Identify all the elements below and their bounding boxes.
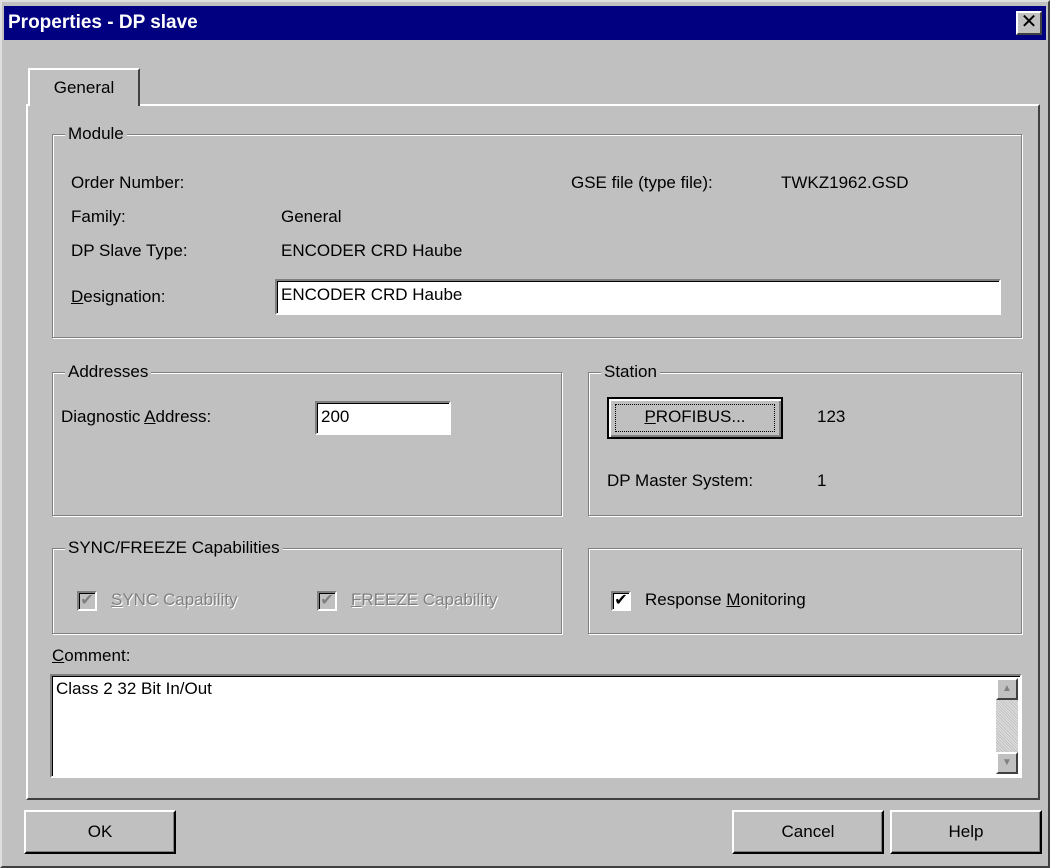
response-monitoring-label: Response Monitoring: [645, 590, 806, 609]
module-group: Module Order Number: GSE file (type file…: [52, 124, 1022, 338]
sync-capability-label: SYNC Capability: [111, 590, 238, 609]
response-monitoring-group: ✔ Response Monitoring: [588, 548, 1022, 634]
family-label: Family:: [71, 207, 126, 226]
addresses-group: Addresses Diagnostic Address: 200: [52, 362, 562, 516]
diagnostic-address-mnemonic: A: [144, 407, 156, 426]
module-group-title: Module: [65, 124, 127, 144]
designation-label: Designation:: [71, 287, 166, 306]
comment-label-mnemonic: C: [52, 646, 65, 665]
comment-scrollbar[interactable]: ▲ ▼: [996, 678, 1018, 774]
sync-capability-check-icon: ✔: [80, 592, 94, 609]
station-group-title: Station: [601, 362, 660, 382]
sync-freeze-group: SYNC/FREEZE Capabilities ✔ SYNC Capabili…: [52, 538, 562, 634]
response-monitoring-check-icon: ✔: [614, 592, 628, 609]
freeze-capability-checkbox[interactable]: ✔: [317, 591, 337, 611]
designation-input[interactable]: ENCODER CRD Haube: [275, 279, 1001, 315]
tab-panel-general: Module Order Number: GSE file (type file…: [26, 104, 1040, 800]
dp-master-system-value: 1: [817, 471, 827, 490]
addresses-group-title: Addresses: [65, 362, 152, 382]
close-icon: ✕: [1020, 11, 1038, 33]
freeze-capability-label: FREEZE Capability: [351, 590, 498, 609]
profibus-address-value: 123: [817, 407, 846, 426]
window-title: Properties - DP slave: [8, 12, 198, 33]
scroll-down-icon: ▼: [1002, 757, 1012, 768]
comment-label: Comment:: [52, 646, 131, 665]
close-button[interactable]: ✕: [1016, 11, 1042, 35]
cancel-button[interactable]: Cancel: [732, 810, 884, 854]
freeze-capability-mnemonic: F: [351, 590, 362, 609]
station-group: Station PROFIBUS... 123 DP Master System…: [588, 362, 1022, 516]
gse-file-label: GSE file (type file):: [571, 173, 713, 192]
scroll-up-button[interactable]: ▲: [996, 678, 1018, 700]
family-value: General: [281, 207, 342, 226]
comment-text: Class 2 32 Bit In/Out: [56, 679, 212, 698]
scroll-down-button[interactable]: ▼: [996, 752, 1018, 774]
comment-textarea[interactable]: Class 2 32 Bit In/Out ▲ ▼: [50, 674, 1022, 778]
designation-label-mnemonic: D: [71, 287, 84, 306]
scroll-up-icon: ▲: [1002, 683, 1012, 694]
profibus-button[interactable]: PROFIBUS...: [607, 397, 783, 439]
ok-button[interactable]: OK: [24, 810, 176, 854]
response-monitoring-checkbox[interactable]: ✔: [611, 591, 631, 611]
dialog-window: Properties - DP slave ✕ General Module O…: [0, 0, 1050, 868]
help-button[interactable]: Help: [890, 810, 1042, 854]
tab-general[interactable]: General: [28, 68, 140, 106]
gse-file-value: TWKZ1962.GSD: [781, 173, 909, 192]
sync-capability-mnemonic: S: [111, 590, 123, 609]
diagnostic-address-label: Diagnostic Address:: [61, 407, 212, 426]
sync-freeze-group-title: SYNC/FREEZE Capabilities: [65, 538, 283, 558]
profibus-button-focus-rect: [615, 404, 775, 432]
order-number-label: Order Number:: [71, 173, 185, 192]
diagnostic-address-input[interactable]: 200: [315, 401, 451, 435]
dp-slave-type-value: ENCODER CRD Haube: [281, 241, 463, 260]
sync-capability-checkbox[interactable]: ✔: [77, 591, 97, 611]
dp-master-system-label: DP Master System:: [607, 471, 754, 490]
tab-general-label: General: [53, 78, 115, 97]
title-bar[interactable]: Properties - DP slave ✕: [4, 6, 1046, 40]
freeze-capability-check-icon: ✔: [320, 592, 334, 609]
response-monitoring-mnemonic: M: [726, 590, 741, 609]
dp-slave-type-label: DP Slave Type:: [71, 241, 188, 260]
